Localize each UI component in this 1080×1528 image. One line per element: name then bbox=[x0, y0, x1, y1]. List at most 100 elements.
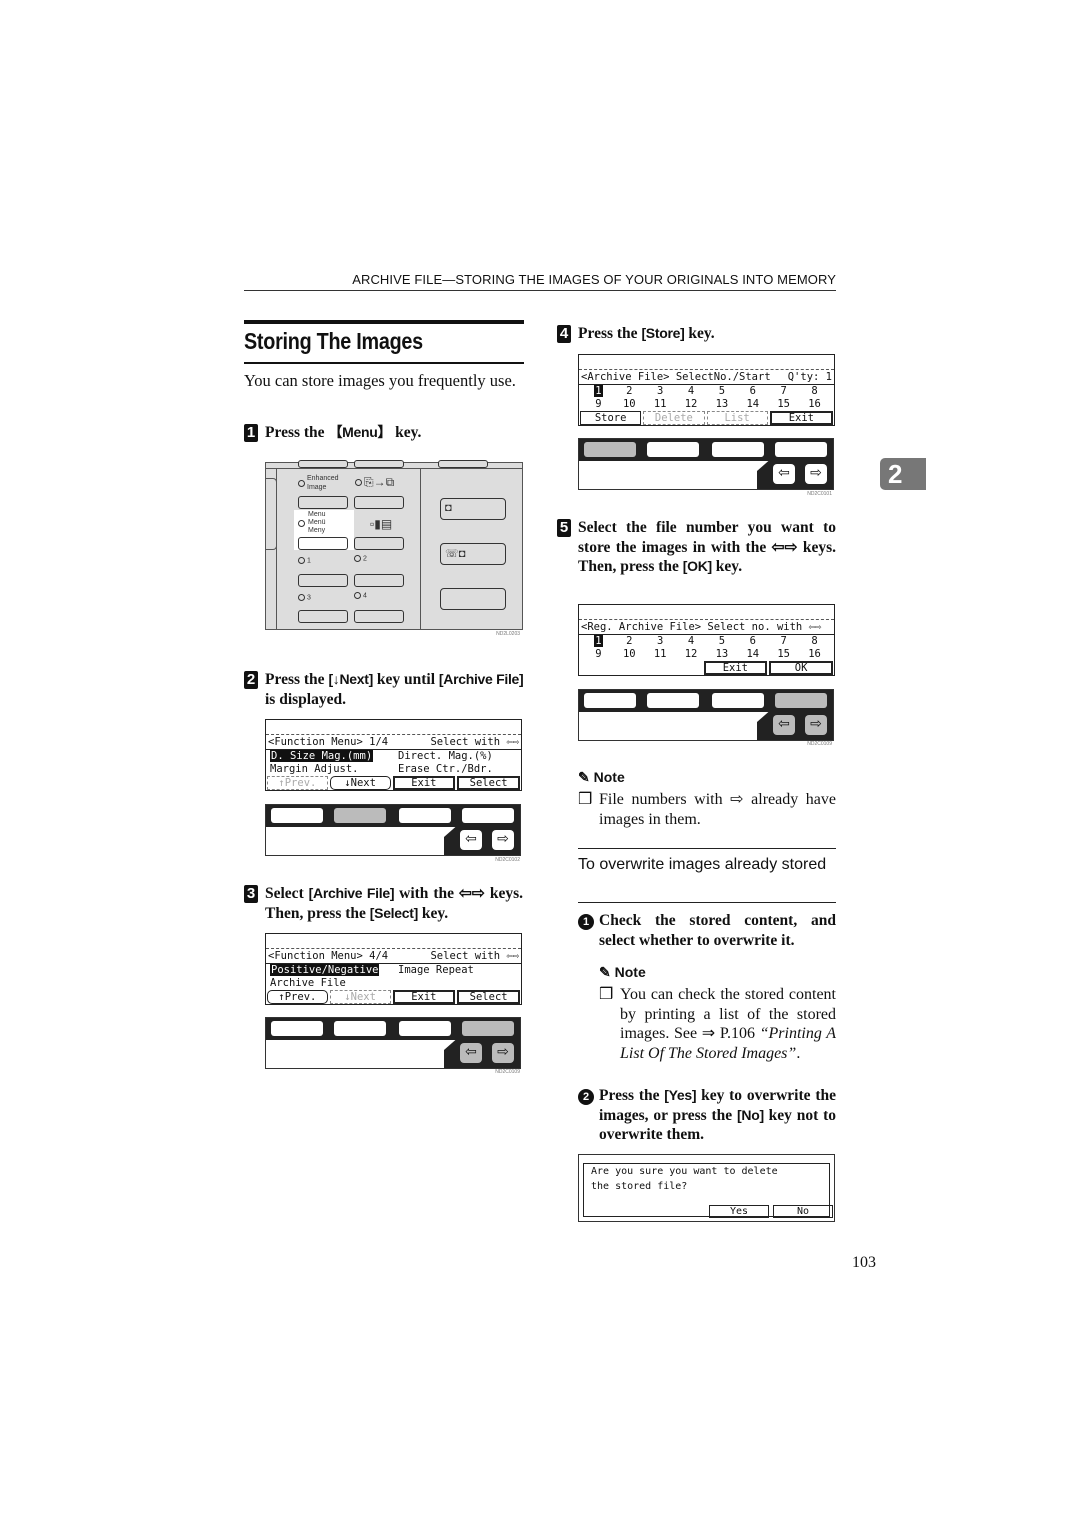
file-number[interactable]: 16 bbox=[799, 398, 830, 411]
copy-mode-key: ◘ bbox=[440, 498, 506, 520]
lcd-prev-button[interactable]: ↑Prev. bbox=[267, 776, 328, 790]
lcd-menu-item[interactable]: Image Repeat bbox=[398, 964, 474, 977]
file-number[interactable]: 12 bbox=[676, 398, 707, 411]
lcd-select-button[interactable]: Select bbox=[457, 776, 520, 790]
file-number[interactable]: 5 bbox=[707, 635, 738, 648]
running-header: ARCHIVE FILE—STORING THE IMAGES OF YOUR … bbox=[352, 272, 836, 287]
file-number[interactable]: 15 bbox=[768, 648, 799, 661]
lcd-menu-item[interactable]: Archive File bbox=[270, 977, 398, 990]
file-number[interactable]: 7 bbox=[768, 385, 799, 398]
left-arrow-key-icon: ⇦ bbox=[460, 830, 482, 850]
lcd-prev-button[interactable]: ↑Prev. bbox=[267, 990, 328, 1004]
led-icon bbox=[298, 479, 305, 487]
subsection-title: To overwrite images already stored bbox=[578, 856, 827, 873]
lcd-menu-item-selected[interactable]: D. Size Mag.(mm) bbox=[270, 750, 374, 762]
file-number[interactable]: 9 bbox=[583, 648, 614, 661]
lcd-menu-item[interactable]: Erase Ctr./Bdr. bbox=[398, 763, 493, 776]
file-number[interactable]: 13 bbox=[707, 648, 738, 661]
panel-key bbox=[354, 537, 404, 550]
panel-divider bbox=[420, 468, 421, 629]
right-arrow-key-icon: ⇨ bbox=[805, 464, 827, 484]
subsection-rule-top bbox=[578, 848, 836, 849]
lcd-next-button[interactable]: ↓Next bbox=[329, 990, 391, 1004]
file-number[interactable]: 15 bbox=[768, 398, 799, 411]
file-number[interactable]: 3 bbox=[645, 635, 676, 648]
file-number[interactable]: 2 bbox=[614, 635, 645, 648]
lcd-select-button[interactable]: Select bbox=[457, 990, 520, 1004]
file-number[interactable]: 4 bbox=[676, 385, 707, 398]
file-number[interactable]: 10 bbox=[614, 648, 645, 661]
lcd-delete-button[interactable]: Delete bbox=[643, 411, 705, 425]
selection-key-3 bbox=[712, 693, 764, 708]
lcd-menu-item[interactable]: Margin Adjust. bbox=[270, 763, 398, 776]
lcd-function-menu-4: <Function Menu> 4/4 Select with ⇦⇨ Positi… bbox=[265, 933, 522, 1005]
left-arrow-key-icon: ⇦ bbox=[773, 715, 795, 735]
file-number[interactable]: 14 bbox=[737, 398, 768, 411]
lcd-title: <Reg. Archive File> Select no. with ⇦⇨ bbox=[581, 621, 822, 633]
step-3: 3 Select [Archive File] with the ⇦⇨ keys… bbox=[244, 884, 526, 924]
file-number[interactable]: 5 bbox=[707, 385, 738, 398]
file-number[interactable]: 8 bbox=[799, 385, 830, 398]
file-number[interactable]: 16 bbox=[799, 648, 830, 661]
selection-keys-figure: ⇦ ⇨ bbox=[265, 804, 521, 856]
file-number[interactable]: 12 bbox=[676, 648, 707, 661]
file-number[interactable]: 6 bbox=[737, 635, 768, 648]
duplex-key bbox=[354, 496, 404, 509]
lcd-store-button[interactable]: Store bbox=[580, 411, 642, 425]
file-number[interactable]: 8 bbox=[799, 635, 830, 648]
left-arrow-key-icon: ⇦ bbox=[460, 1043, 482, 1063]
lcd-next-button[interactable]: ↓Next bbox=[329, 776, 391, 790]
blank-mode-key bbox=[440, 588, 506, 610]
note-heading: ✎ Note bbox=[599, 964, 646, 980]
store-key-label: [Store] bbox=[641, 325, 685, 341]
selection-key-2 bbox=[647, 693, 699, 708]
file-number[interactable]: 4 bbox=[676, 635, 707, 648]
header-rule bbox=[244, 290, 836, 291]
file-number[interactable]: 13 bbox=[707, 398, 738, 411]
menu-key[interactable] bbox=[298, 537, 348, 550]
pencil-icon: ✎ bbox=[578, 769, 590, 785]
fax-mode-icon: ☏◘ bbox=[445, 548, 466, 560]
lcd-exit-button[interactable]: Exit bbox=[769, 411, 833, 425]
file-number[interactable]: 10 bbox=[614, 398, 645, 411]
lcd-menu-item[interactable]: Direct. Mag.(%) bbox=[398, 750, 493, 763]
file-number[interactable]: 7 bbox=[768, 635, 799, 648]
lcd-reg-archive-file: <Reg. Archive File> Select no. with ⇦⇨ 1… bbox=[578, 604, 835, 676]
dialog-no-button[interactable]: No bbox=[773, 1205, 833, 1218]
ok-key-label: [OK] bbox=[682, 558, 712, 574]
selection-key-1 bbox=[271, 1021, 323, 1036]
figure-code: ND2C0109 bbox=[807, 741, 832, 747]
file-number[interactable]: 1 bbox=[583, 635, 614, 648]
selection-key-2 bbox=[334, 1021, 386, 1036]
figure-code: ND2C0101 bbox=[807, 491, 832, 497]
archive-file-label: [Archive File] bbox=[438, 671, 524, 687]
panel-top-key bbox=[438, 460, 488, 468]
lcd-exit-button[interactable]: Exit bbox=[392, 990, 456, 1004]
file-number[interactable]: 6 bbox=[737, 385, 768, 398]
file-number[interactable]: 2 bbox=[614, 385, 645, 398]
lcd-ok-button[interactable]: OK bbox=[769, 661, 833, 675]
file-number[interactable]: 9 bbox=[583, 398, 614, 411]
lcd-menu-item-selected[interactable]: Positive/Negative bbox=[270, 964, 380, 976]
step-text: key. bbox=[391, 424, 422, 441]
number-key-1 bbox=[298, 574, 348, 587]
enhanced-image-label: Enhanced Image bbox=[298, 474, 351, 492]
checkbox-bullet-icon: ❒ bbox=[578, 791, 593, 808]
substep-number: 2 bbox=[578, 1089, 594, 1105]
archive-file-label: [Archive File] bbox=[308, 885, 395, 901]
section-rule-bottom bbox=[244, 362, 524, 364]
lcd-list-button[interactable]: List bbox=[706, 411, 768, 425]
lcd-exit-button[interactable]: Exit bbox=[392, 776, 456, 790]
file-number[interactable]: 1 bbox=[583, 385, 614, 398]
file-number[interactable]: 11 bbox=[645, 648, 676, 661]
dialog-yes-button[interactable]: Yes bbox=[709, 1205, 769, 1218]
file-number[interactable]: 14 bbox=[737, 648, 768, 661]
selection-keys-figure: ⇦ ⇨ bbox=[265, 1017, 521, 1069]
file-number[interactable]: 3 bbox=[645, 385, 676, 398]
note-item: ❒ File numbers with ⇨ already have image… bbox=[578, 791, 837, 828]
file-number-row: 12345678 bbox=[579, 385, 834, 398]
subsection-rule-bottom bbox=[578, 902, 836, 903]
left-arrow-key-icon: ⇦ bbox=[773, 464, 795, 484]
file-number[interactable]: 11 bbox=[645, 398, 676, 411]
lcd-exit-button[interactable]: Exit bbox=[703, 661, 768, 675]
